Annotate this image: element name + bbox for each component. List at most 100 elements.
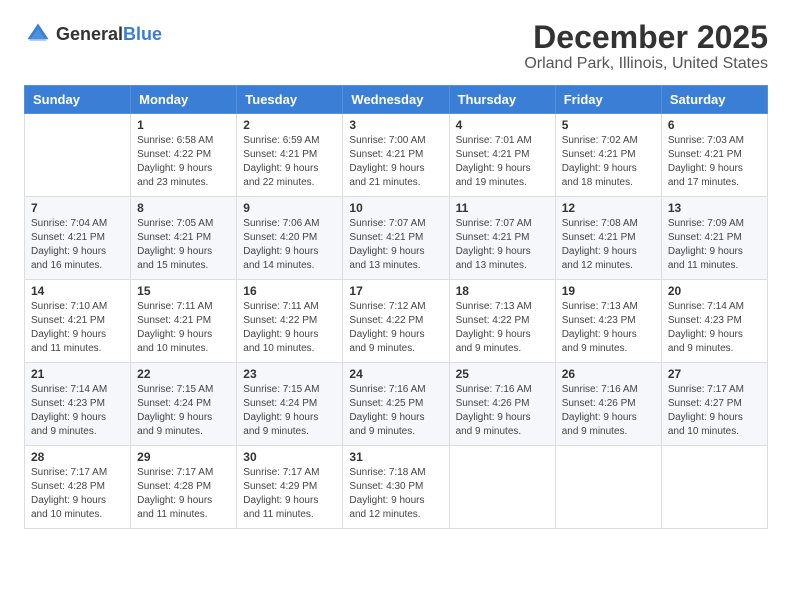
day-number: 13 xyxy=(668,201,761,215)
day-info: Sunrise: 7:16 AMSunset: 4:26 PMDaylight:… xyxy=(562,383,655,439)
calendar-cell: 18 Sunrise: 7:13 AMSunset: 4:22 PMDayligh… xyxy=(449,280,555,363)
day-info: Sunrise: 7:08 AMSunset: 4:21 PMDaylight:… xyxy=(562,217,655,273)
calendar-cell: 26 Sunrise: 7:16 AMSunset: 4:26 PMDayligh… xyxy=(555,363,661,446)
day-info: Sunrise: 7:04 AMSunset: 4:21 PMDaylight:… xyxy=(31,217,124,273)
column-header-monday: Monday xyxy=(131,86,237,114)
calendar-cell: 4Sunrise: 7:01 AMSunset: 4:21 PMDaylight… xyxy=(449,114,555,197)
calendar-cell: 14 Sunrise: 7:10 AMSunset: 4:21 PMDayligh… xyxy=(25,280,131,363)
day-number: 23 xyxy=(243,367,336,381)
calendar-cell: 3 Sunrise: 7:00 AMSunset: 4:21 PMDaylight… xyxy=(343,114,449,197)
column-header-saturday: Saturday xyxy=(661,86,767,114)
calendar-week-row: 1 Sunrise: 6:58 AMSunset: 4:22 PMDaylight… xyxy=(25,114,768,197)
calendar-cell: 1 Sunrise: 6:58 AMSunset: 4:22 PMDaylight… xyxy=(131,114,237,197)
title-area: December 2025 Orland Park, Illinois, Uni… xyxy=(524,20,768,73)
day-info: Sunrise: 7:10 AMSunset: 4:21 PMDaylight:… xyxy=(31,300,124,356)
day-info: Sunrise: 7:05 AMSunset: 4:21 PMDaylight:… xyxy=(137,217,230,273)
day-info: Sunrise: 7:13 AMSunset: 4:22 PMDaylight:… xyxy=(456,300,549,356)
logo-text-general: General xyxy=(56,25,123,43)
day-info: Sunrise: 7:00 AMSunset: 4:21 PMDaylight:… xyxy=(349,134,442,190)
day-number: 16 xyxy=(243,284,336,298)
day-number: 21 xyxy=(31,367,124,381)
logo: GeneralBlue xyxy=(24,20,162,48)
calendar-week-row: 21 Sunrise: 7:14 AMSunset: 4:23 PMDayligh… xyxy=(25,363,768,446)
calendar-cell: 17Sunrise: 7:12 AMSunset: 4:22 PMDayligh… xyxy=(343,280,449,363)
calendar-cell: 2 Sunrise: 6:59 AMSunset: 4:21 PMDaylight… xyxy=(237,114,343,197)
day-info: Sunrise: 7:09 AMSunset: 4:21 PMDaylight:… xyxy=(668,217,761,273)
day-info: Sunrise: 6:58 AMSunset: 4:22 PMDaylight:… xyxy=(137,134,230,190)
location-title: Orland Park, Illinois, United States xyxy=(524,55,768,73)
calendar-cell: 13 Sunrise: 7:09 AMSunset: 4:21 PMDayligh… xyxy=(661,197,767,280)
day-info: Sunrise: 7:06 AMSunset: 4:20 PMDaylight:… xyxy=(243,217,336,273)
day-info: Sunrise: 7:17 AMSunset: 4:27 PMDaylight:… xyxy=(668,383,761,439)
logo-icon xyxy=(24,20,52,48)
day-info: Sunrise: 7:16 AMSunset: 4:25 PMDaylight:… xyxy=(349,383,442,439)
day-info: Sunrise: 7:07 AMSunset: 4:21 PMDaylight:… xyxy=(349,217,442,273)
column-header-tuesday: Tuesday xyxy=(237,86,343,114)
column-header-friday: Friday xyxy=(555,86,661,114)
day-number: 9 xyxy=(243,201,336,215)
calendar-cell: 29 Sunrise: 7:17 AMSunset: 4:28 PMDayligh… xyxy=(131,446,237,529)
calendar-cell: 22 Sunrise: 7:15 AMSunset: 4:24 PMDayligh… xyxy=(131,363,237,446)
day-info: Sunrise: 7:17 AMSunset: 4:28 PMDaylight:… xyxy=(137,466,230,522)
day-number: 3 xyxy=(349,118,442,132)
column-header-thursday: Thursday xyxy=(449,86,555,114)
calendar-week-row: 28 Sunrise: 7:17 AMSunset: 4:28 PMDayligh… xyxy=(25,446,768,529)
calendar-cell: 16 Sunrise: 7:11 AMSunset: 4:22 PMDayligh… xyxy=(237,280,343,363)
logo-text-blue: Blue xyxy=(123,25,162,43)
day-number: 24 xyxy=(349,367,442,381)
day-info: Sunrise: 7:13 AMSunset: 4:23 PMDaylight:… xyxy=(562,300,655,356)
day-info: Sunrise: 7:02 AMSunset: 4:21 PMDaylight:… xyxy=(562,134,655,190)
calendar-cell xyxy=(661,446,767,529)
day-number: 25 xyxy=(456,367,549,381)
day-number: 22 xyxy=(137,367,230,381)
calendar-cell: 6 Sunrise: 7:03 AMSunset: 4:21 PMDaylight… xyxy=(661,114,767,197)
day-info: Sunrise: 7:11 AMSunset: 4:22 PMDaylight:… xyxy=(243,300,336,356)
day-number: 30 xyxy=(243,450,336,464)
calendar-cell: 7 Sunrise: 7:04 AMSunset: 4:21 PMDaylight… xyxy=(25,197,131,280)
day-info: Sunrise: 7:01 AMSunset: 4:21 PMDaylight:… xyxy=(456,134,549,190)
day-number: 31 xyxy=(349,450,442,464)
day-number: 17 xyxy=(349,284,442,298)
day-info: Sunrise: 7:14 AMSunset: 4:23 PMDaylight:… xyxy=(31,383,124,439)
calendar-week-row: 14 Sunrise: 7:10 AMSunset: 4:21 PMDayligh… xyxy=(25,280,768,363)
calendar-cell: 24 Sunrise: 7:16 AMSunset: 4:25 PMDayligh… xyxy=(343,363,449,446)
day-info: Sunrise: 7:15 AMSunset: 4:24 PMDaylight:… xyxy=(137,383,230,439)
day-number: 5 xyxy=(562,118,655,132)
day-number: 10 xyxy=(349,201,442,215)
calendar-cell: 25Sunrise: 7:16 AMSunset: 4:26 PMDayligh… xyxy=(449,363,555,446)
day-number: 27 xyxy=(668,367,761,381)
day-number: 26 xyxy=(562,367,655,381)
day-number: 15 xyxy=(137,284,230,298)
day-info: Sunrise: 7:18 AMSunset: 4:30 PMDaylight:… xyxy=(349,466,442,522)
day-info: Sunrise: 7:11 AMSunset: 4:21 PMDaylight:… xyxy=(137,300,230,356)
calendar-header-row: SundayMondayTuesdayWednesdayThursdayFrid… xyxy=(25,86,768,114)
day-number: 2 xyxy=(243,118,336,132)
calendar-cell xyxy=(25,114,131,197)
calendar-cell: 27 Sunrise: 7:17 AMSunset: 4:27 PMDayligh… xyxy=(661,363,767,446)
calendar-week-row: 7 Sunrise: 7:04 AMSunset: 4:21 PMDaylight… xyxy=(25,197,768,280)
calendar-cell: 5 Sunrise: 7:02 AMSunset: 4:21 PMDaylight… xyxy=(555,114,661,197)
day-number: 6 xyxy=(668,118,761,132)
day-info: Sunrise: 7:17 AMSunset: 4:29 PMDaylight:… xyxy=(243,466,336,522)
day-info: Sunrise: 6:59 AMSunset: 4:21 PMDaylight:… xyxy=(243,134,336,190)
calendar-cell: 12 Sunrise: 7:08 AMSunset: 4:21 PMDayligh… xyxy=(555,197,661,280)
calendar-cell: 21 Sunrise: 7:14 AMSunset: 4:23 PMDayligh… xyxy=(25,363,131,446)
calendar-cell xyxy=(555,446,661,529)
calendar-cell: 10 Sunrise: 7:07 AMSunset: 4:21 PMDayligh… xyxy=(343,197,449,280)
day-number: 29 xyxy=(137,450,230,464)
calendar-cell: 23 Sunrise: 7:15 AMSunset: 4:24 PMDayligh… xyxy=(237,363,343,446)
calendar-table: SundayMondayTuesdayWednesdayThursdayFrid… xyxy=(24,85,768,529)
day-number: 28 xyxy=(31,450,124,464)
day-number: 18 xyxy=(456,284,549,298)
day-number: 8 xyxy=(137,201,230,215)
day-info: Sunrise: 7:14 AMSunset: 4:23 PMDaylight:… xyxy=(668,300,761,356)
day-number: 14 xyxy=(31,284,124,298)
calendar-cell: 31 Sunrise: 7:18 AMSunset: 4:30 PMDayligh… xyxy=(343,446,449,529)
day-info: Sunrise: 7:15 AMSunset: 4:24 PMDaylight:… xyxy=(243,383,336,439)
day-number: 12 xyxy=(562,201,655,215)
calendar-cell: 20Sunrise: 7:14 AMSunset: 4:23 PMDayligh… xyxy=(661,280,767,363)
day-info: Sunrise: 7:03 AMSunset: 4:21 PMDaylight:… xyxy=(668,134,761,190)
day-number: 1 xyxy=(137,118,230,132)
day-number: 19 xyxy=(562,284,655,298)
day-number: 7 xyxy=(31,201,124,215)
